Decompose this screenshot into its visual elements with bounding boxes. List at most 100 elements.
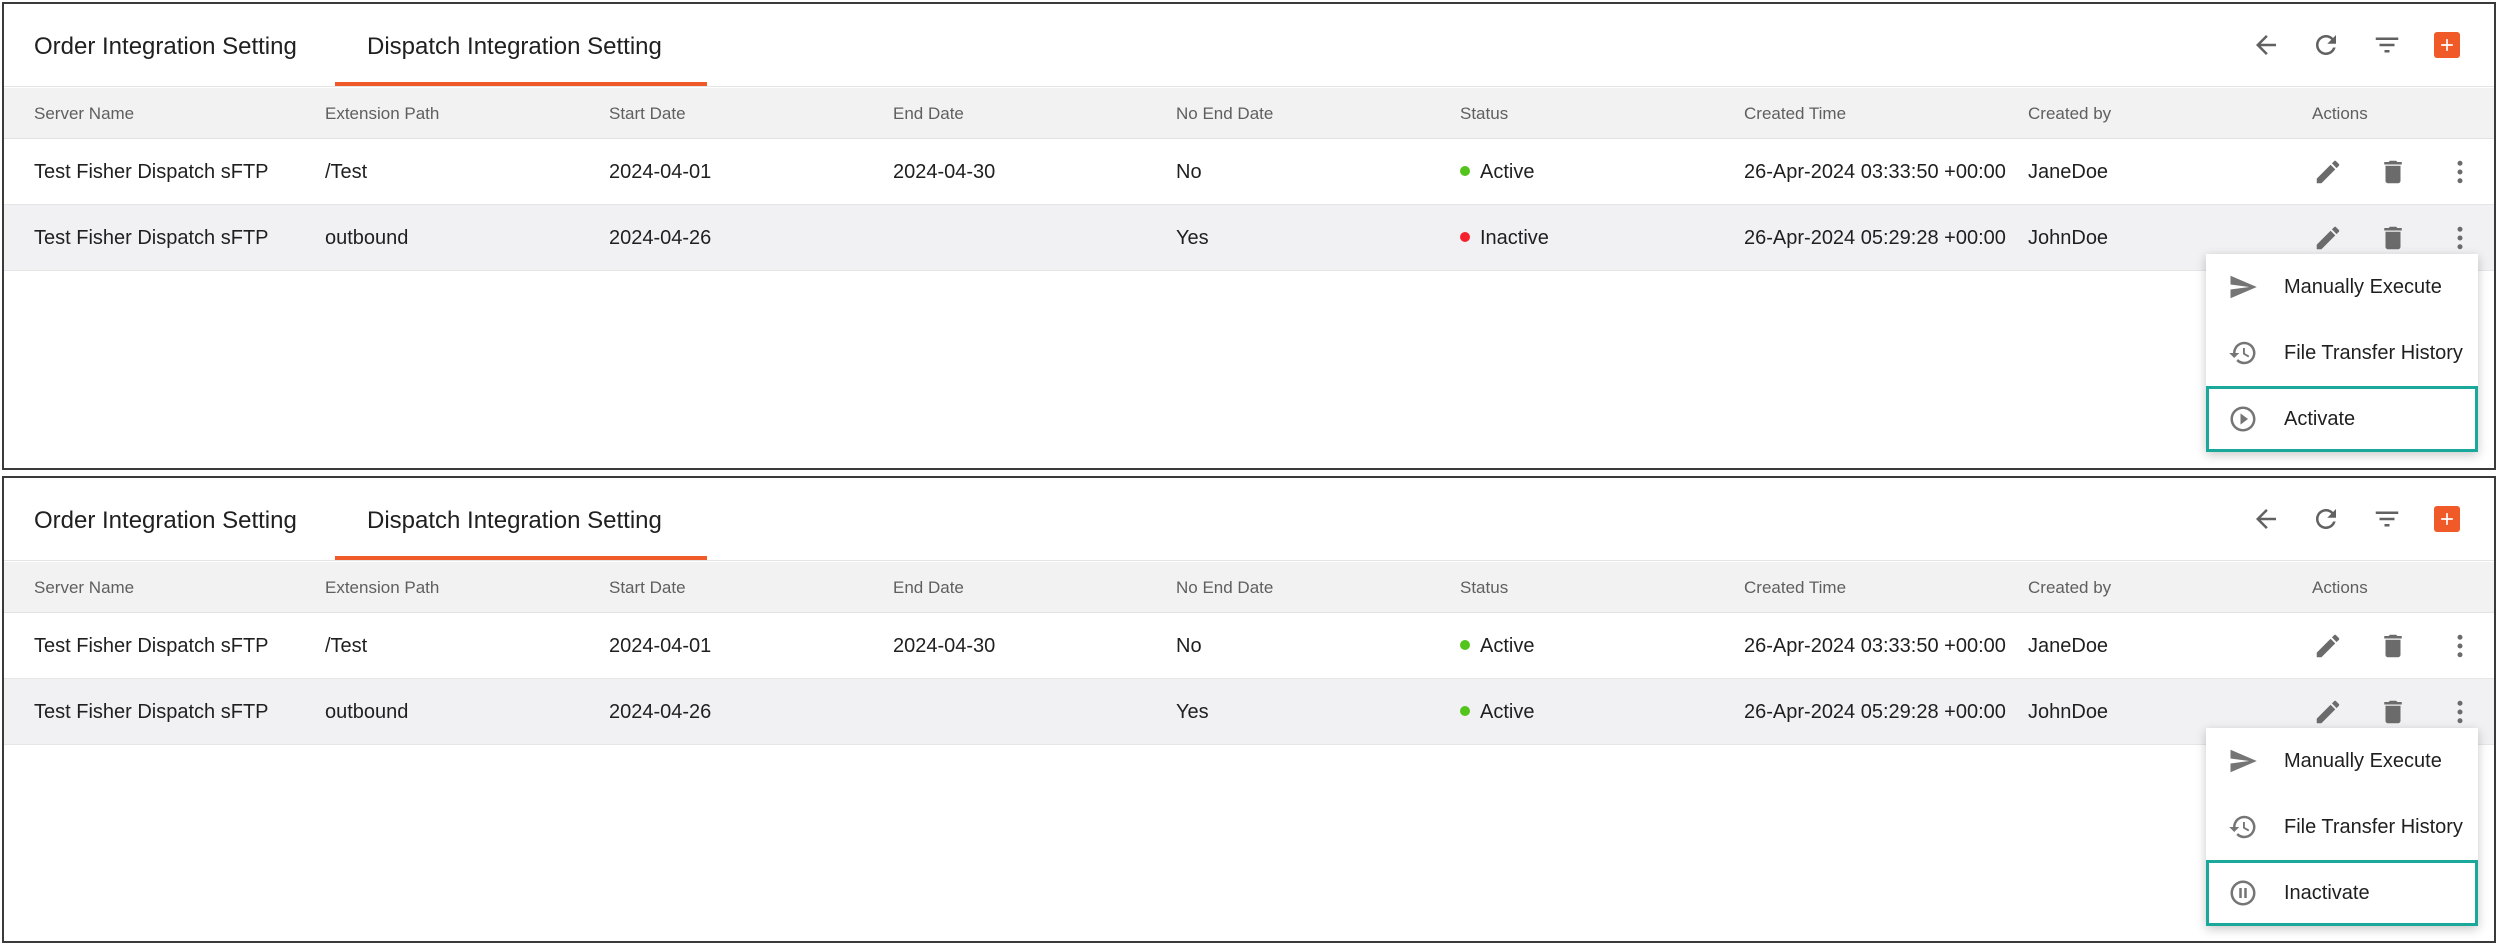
tab-dispatch-integration-setting[interactable]: Dispatch Integration Setting xyxy=(367,478,662,561)
column-header[interactable]: Extension Path xyxy=(325,88,439,140)
table-row[interactable]: Test Fisher Dispatch sFTP outbound 2024-… xyxy=(4,679,2494,745)
cell-start-date: 2024-04-26 xyxy=(609,701,712,723)
history-icon xyxy=(2228,338,2258,368)
column-header[interactable]: Status xyxy=(1460,562,1508,614)
column-header[interactable]: Created Time xyxy=(1744,88,1846,140)
table-row[interactable]: Test Fisher Dispatch sFTP /Test 2024-04-… xyxy=(4,139,2494,205)
refresh-icon[interactable] xyxy=(2311,30,2341,60)
cell-end-date: 2024-04-30 xyxy=(893,161,996,183)
active-tab-indicator xyxy=(335,82,707,86)
status-label: Active xyxy=(1480,161,1535,183)
status-dot xyxy=(1460,165,1470,176)
cell-created-by: JaneDoe xyxy=(2028,635,2109,657)
column-header[interactable]: Server Name xyxy=(34,88,134,140)
menu-item-label: File Transfer History xyxy=(2284,816,2463,838)
table-row[interactable]: Test Fisher Dispatch sFTP outbound 2024-… xyxy=(4,205,2494,271)
column-header[interactable]: End Date xyxy=(893,562,964,614)
dispatch-settings-panel-after: Order Integration Setting Dispatch Integ… xyxy=(2,476,2496,943)
edit-icon[interactable] xyxy=(2313,157,2343,187)
tab-dispatch-integration-setting[interactable]: Dispatch Integration Setting xyxy=(367,4,662,87)
column-header[interactable]: No End Date xyxy=(1176,88,1273,140)
menu-item-inactivate[interactable]: Inactivate xyxy=(2206,860,2478,926)
cell-status: Active xyxy=(1460,139,1534,205)
tabs-header: Order Integration Setting Dispatch Integ… xyxy=(4,4,2494,87)
cell-start-date: 2024-04-01 xyxy=(609,161,712,183)
table-header: Server Name Extension Path Start Date En… xyxy=(4,562,2494,613)
add-button[interactable] xyxy=(2432,504,2462,534)
delete-icon[interactable] xyxy=(2378,157,2408,187)
refresh-icon[interactable] xyxy=(2311,504,2341,534)
table-row[interactable]: Test Fisher Dispatch sFTP /Test 2024-04-… xyxy=(4,613,2494,679)
column-header[interactable]: Created by xyxy=(2028,562,2111,614)
cell-server-name: Test Fisher Dispatch sFTP xyxy=(34,227,269,249)
pause-circle-icon xyxy=(2228,878,2258,908)
cell-extension-path: outbound xyxy=(325,701,409,723)
active-tab-indicator xyxy=(335,556,707,560)
settings-table: Server Name Extension Path Start Date En… xyxy=(4,88,2494,271)
menu-item-label: Manually Execute xyxy=(2284,750,2442,772)
column-header[interactable]: Start Date xyxy=(609,562,686,614)
more-vert-icon[interactable] xyxy=(2445,631,2475,661)
delete-icon[interactable] xyxy=(2378,697,2408,727)
cell-extension-path: /Test xyxy=(325,161,368,183)
column-header[interactable]: Status xyxy=(1460,88,1508,140)
delete-icon[interactable] xyxy=(2378,223,2408,253)
menu-item-file-transfer-history[interactable]: File Transfer History xyxy=(2206,794,2478,860)
column-header[interactable]: Created by xyxy=(2028,88,2111,140)
tabs-header: Order Integration Setting Dispatch Integ… xyxy=(4,478,2494,561)
back-arrow-icon[interactable] xyxy=(2251,504,2281,534)
menu-item-manually-execute[interactable]: Manually Execute xyxy=(2206,728,2478,794)
row-actions-menu: Manually Execute File Transfer History I… xyxy=(2206,728,2478,926)
send-icon xyxy=(2228,272,2258,302)
column-header[interactable]: Created Time xyxy=(1744,562,1846,614)
tab-order-integration-setting[interactable]: Order Integration Setting xyxy=(34,478,297,561)
status-label: Active xyxy=(1480,635,1535,657)
menu-item-activate[interactable]: Activate xyxy=(2206,386,2478,452)
cell-no-end-date: Yes xyxy=(1176,701,1209,723)
tab-order-integration-setting[interactable]: Order Integration Setting xyxy=(34,4,297,87)
menu-item-file-transfer-history[interactable]: File Transfer History xyxy=(2206,320,2478,386)
filter-icon[interactable] xyxy=(2372,504,2402,534)
cell-created-by: JaneDoe xyxy=(2028,161,2109,183)
more-vert-icon[interactable] xyxy=(2445,157,2475,187)
cell-created-by: JohnDoe xyxy=(2028,227,2109,249)
row-actions-menu: Manually Execute File Transfer History A… xyxy=(2206,254,2478,452)
cell-start-date: 2024-04-01 xyxy=(609,635,712,657)
column-header[interactable]: Server Name xyxy=(34,562,134,614)
column-header: Actions xyxy=(2312,104,2368,123)
table-header: Server Name Extension Path Start Date En… xyxy=(4,88,2494,139)
cell-extension-path: outbound xyxy=(325,227,409,249)
column-header: Actions xyxy=(2312,578,2368,597)
edit-icon[interactable] xyxy=(2313,631,2343,661)
cell-status: Inactive xyxy=(1460,205,1549,271)
cell-no-end-date: No xyxy=(1176,161,1202,183)
send-icon xyxy=(2228,746,2258,776)
dispatch-settings-panel-before: Order Integration Setting Dispatch Integ… xyxy=(2,2,2496,470)
settings-table: Server Name Extension Path Start Date En… xyxy=(4,562,2494,745)
cell-no-end-date: Yes xyxy=(1176,227,1209,249)
cell-created-time: 26-Apr-2024 03:33:50 +00:00 xyxy=(1744,161,2006,183)
status-label: Inactive xyxy=(1480,227,1549,249)
status-dot xyxy=(1460,639,1470,650)
cell-server-name: Test Fisher Dispatch sFTP xyxy=(34,635,269,657)
cell-created-time: 26-Apr-2024 05:29:28 +00:00 xyxy=(1744,227,2006,249)
more-vert-icon[interactable] xyxy=(2445,697,2475,727)
column-header[interactable]: Start Date xyxy=(609,88,686,140)
column-header[interactable]: No End Date xyxy=(1176,562,1273,614)
filter-icon[interactable] xyxy=(2372,30,2402,60)
add-button[interactable] xyxy=(2432,30,2462,60)
menu-item-manually-execute[interactable]: Manually Execute xyxy=(2206,254,2478,320)
cell-server-name: Test Fisher Dispatch sFTP xyxy=(34,161,269,183)
add-icon xyxy=(2434,32,2460,58)
delete-icon[interactable] xyxy=(2378,631,2408,661)
back-arrow-icon[interactable] xyxy=(2251,30,2281,60)
more-vert-icon[interactable] xyxy=(2445,223,2475,253)
cell-created-time: 26-Apr-2024 05:29:28 +00:00 xyxy=(1744,701,2006,723)
status-label: Active xyxy=(1480,701,1535,723)
edit-icon[interactable] xyxy=(2313,223,2343,253)
column-header[interactable]: End Date xyxy=(893,88,964,140)
cell-created-time: 26-Apr-2024 03:33:50 +00:00 xyxy=(1744,635,2006,657)
column-header[interactable]: Extension Path xyxy=(325,562,439,614)
edit-icon[interactable] xyxy=(2313,697,2343,727)
status-dot xyxy=(1460,231,1470,242)
